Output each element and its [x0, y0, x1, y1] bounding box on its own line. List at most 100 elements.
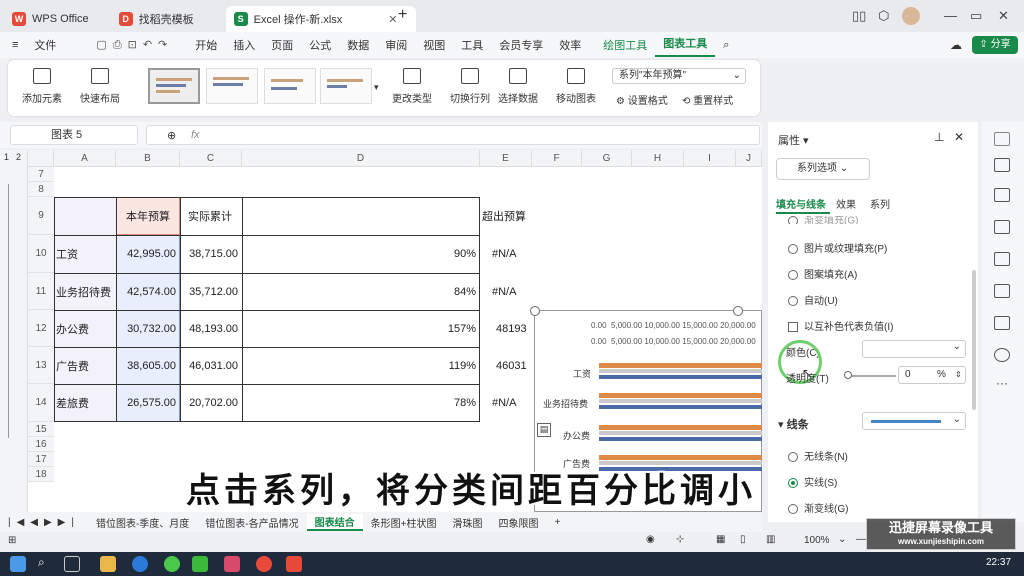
cell-a10[interactable]: 工资 [56, 235, 78, 273]
resize-handle[interactable] [530, 306, 540, 316]
row-header[interactable]: 14 [28, 384, 54, 422]
cell-c10[interactable]: 38,715.00 [180, 235, 238, 273]
col-header[interactable]: H [632, 150, 684, 167]
line-color-picker[interactable]: ⌄ [862, 412, 966, 430]
select-icon[interactable] [994, 158, 1010, 172]
series-option-dropdown[interactable]: 系列选项 ⌄ [776, 158, 870, 180]
zoom-icon[interactable]: ⊕ [167, 129, 176, 142]
app-icon[interactable] [132, 556, 148, 572]
menu-page[interactable]: 页面 [263, 37, 301, 53]
sheet-tab[interactable]: 四象限图 [491, 515, 547, 530]
layout-icon[interactable]: ▯▯ [852, 8, 866, 24]
chart-elements-icon[interactable]: ▤ [537, 423, 551, 437]
cell-c12[interactable]: 48,193.00 [180, 310, 238, 347]
col-header[interactable]: F [532, 150, 582, 167]
menu-member[interactable]: 会员专享 [491, 37, 551, 53]
cell-a11[interactable]: 业务招待费 [56, 273, 111, 310]
chart-icon[interactable] [994, 252, 1010, 266]
chart-bar[interactable] [599, 405, 762, 409]
chart-bar[interactable] [599, 393, 762, 398]
col-header[interactable]: G [582, 150, 632, 167]
tab-wps-office[interactable]: W WPS Office [4, 6, 97, 32]
series-select[interactable]: 系列"本年预算" ⌄ [612, 68, 746, 84]
row-header[interactable]: 8 [28, 182, 54, 197]
menu-chart-tools[interactable]: 图表工具 [655, 33, 716, 57]
cell-b10[interactable]: 42,995.00 [116, 235, 176, 273]
cell-d12[interactable]: 157% [242, 310, 476, 347]
invert-negative-checkbox[interactable]: 以互补色代表负值(I) [788, 318, 893, 333]
app-icon[interactable] [256, 556, 272, 572]
menu-file[interactable]: 文件 [26, 37, 64, 53]
col-header[interactable]: C [180, 150, 242, 167]
row-header[interactable]: 9 [28, 197, 54, 235]
quick-layout-button[interactable]: 快速布局 [80, 68, 120, 105]
cell-b11[interactable]: 42,574.00 [116, 273, 176, 310]
wechat-icon[interactable] [192, 556, 208, 572]
col-header[interactable]: D [242, 150, 480, 167]
row-header[interactable]: 13 [28, 347, 54, 384]
cell-e12[interactable]: 48193 [496, 310, 527, 347]
more-icon[interactable]: ··· [996, 376, 1008, 390]
eye-icon[interactable]: ◉ [646, 534, 655, 545]
fill-picture-option[interactable]: 图片或纹理填充(P) [788, 240, 887, 255]
tab-series[interactable]: 系列 [870, 196, 890, 211]
cell-d10[interactable]: 90% [242, 235, 476, 273]
row-header[interactable]: 7 [28, 167, 54, 182]
properties-icon[interactable] [994, 132, 1010, 146]
move-chart-button[interactable]: 移动图表 [556, 68, 596, 105]
chart-bar[interactable] [599, 399, 762, 403]
row-header[interactable]: 11 [28, 273, 54, 310]
chart-bar[interactable] [599, 363, 762, 368]
line-section[interactable]: ▾ 线条 [778, 416, 809, 432]
cell-e14[interactable]: #N/A [492, 384, 516, 422]
row-header[interactable]: 15 [28, 422, 54, 437]
macro-icon[interactable]: ⊞ [8, 535, 16, 546]
menu-draw-tools[interactable]: 绘图工具 [595, 37, 655, 53]
col-header[interactable]: B [116, 150, 180, 167]
tab-template[interactable]: D 找稻壳模板 [111, 6, 202, 32]
search-icon[interactable]: ⌕ [38, 555, 45, 570]
cell-c11[interactable]: 35,712.00 [180, 273, 238, 310]
sheet-tab[interactable]: 滑珠图 [445, 515, 491, 530]
tab-effect[interactable]: 效果 [836, 196, 856, 211]
transparency-input[interactable]: 0 % ⇕ [898, 366, 966, 384]
file-explorer-icon[interactable] [100, 556, 116, 572]
cell-e13[interactable]: 46031 [496, 347, 527, 384]
outline-level-2[interactable]: 2 [16, 152, 21, 162]
chart-style-thumb-3[interactable] [264, 68, 316, 104]
sheet-tab[interactable]: 条形图+柱状图 [363, 515, 445, 530]
close-icon[interactable]: ✕ [388, 13, 397, 26]
col-header[interactable]: I [684, 150, 736, 167]
cell-b12[interactable]: 30,732.00 [116, 310, 176, 347]
sheet-nav-icons[interactable]: |◀◀▶▶| [0, 517, 88, 528]
task-view-icon[interactable] [64, 556, 80, 572]
chart-bar[interactable] [599, 455, 762, 460]
col-header[interactable]: A [54, 150, 116, 167]
copy-icon[interactable] [994, 220, 1010, 234]
reset-style-button[interactable]: ⟲ 重置样式 [682, 92, 733, 107]
add-sheet-icon[interactable]: + [547, 517, 569, 528]
cell-c9[interactable]: 实际累计 [188, 197, 232, 235]
menu-home[interactable]: 开始 [187, 37, 225, 53]
menu-data[interactable]: 数据 [339, 37, 377, 53]
menu-review[interactable]: 审阅 [377, 37, 415, 53]
cell-a12[interactable]: 办公费 [56, 310, 89, 347]
col-header[interactable]: E [480, 150, 532, 167]
clock[interactable]: 22:37 [986, 557, 1011, 568]
menu-efficiency[interactable]: 效率 [551, 37, 589, 53]
solid-line-option[interactable]: 实线(S) [788, 474, 837, 489]
sheet-tab[interactable]: 错位图表-各产品情况 [197, 515, 306, 530]
stepper-icon[interactable]: ⇕ [955, 367, 962, 383]
zoom-dropdown-icon[interactable]: ⌄ [838, 534, 846, 545]
zoom-level[interactable]: 100% [804, 535, 830, 546]
col-header[interactable]: J [736, 150, 762, 167]
row-header[interactable]: 18 [28, 467, 54, 482]
tab-excel-file[interactable]: S Excel 操作-新.xlsx ✕ [225, 6, 416, 32]
panel-scrollbar[interactable] [972, 270, 976, 410]
chart-style-thumb-4[interactable] [320, 68, 372, 104]
cell-b13[interactable]: 38,605.00 [116, 347, 176, 384]
menu-tools[interactable]: 工具 [453, 37, 491, 53]
close-panel-icon[interactable]: ✕ [954, 130, 964, 144]
cell-d14[interactable]: 78% [242, 384, 476, 422]
chart-bar[interactable] [599, 431, 762, 435]
